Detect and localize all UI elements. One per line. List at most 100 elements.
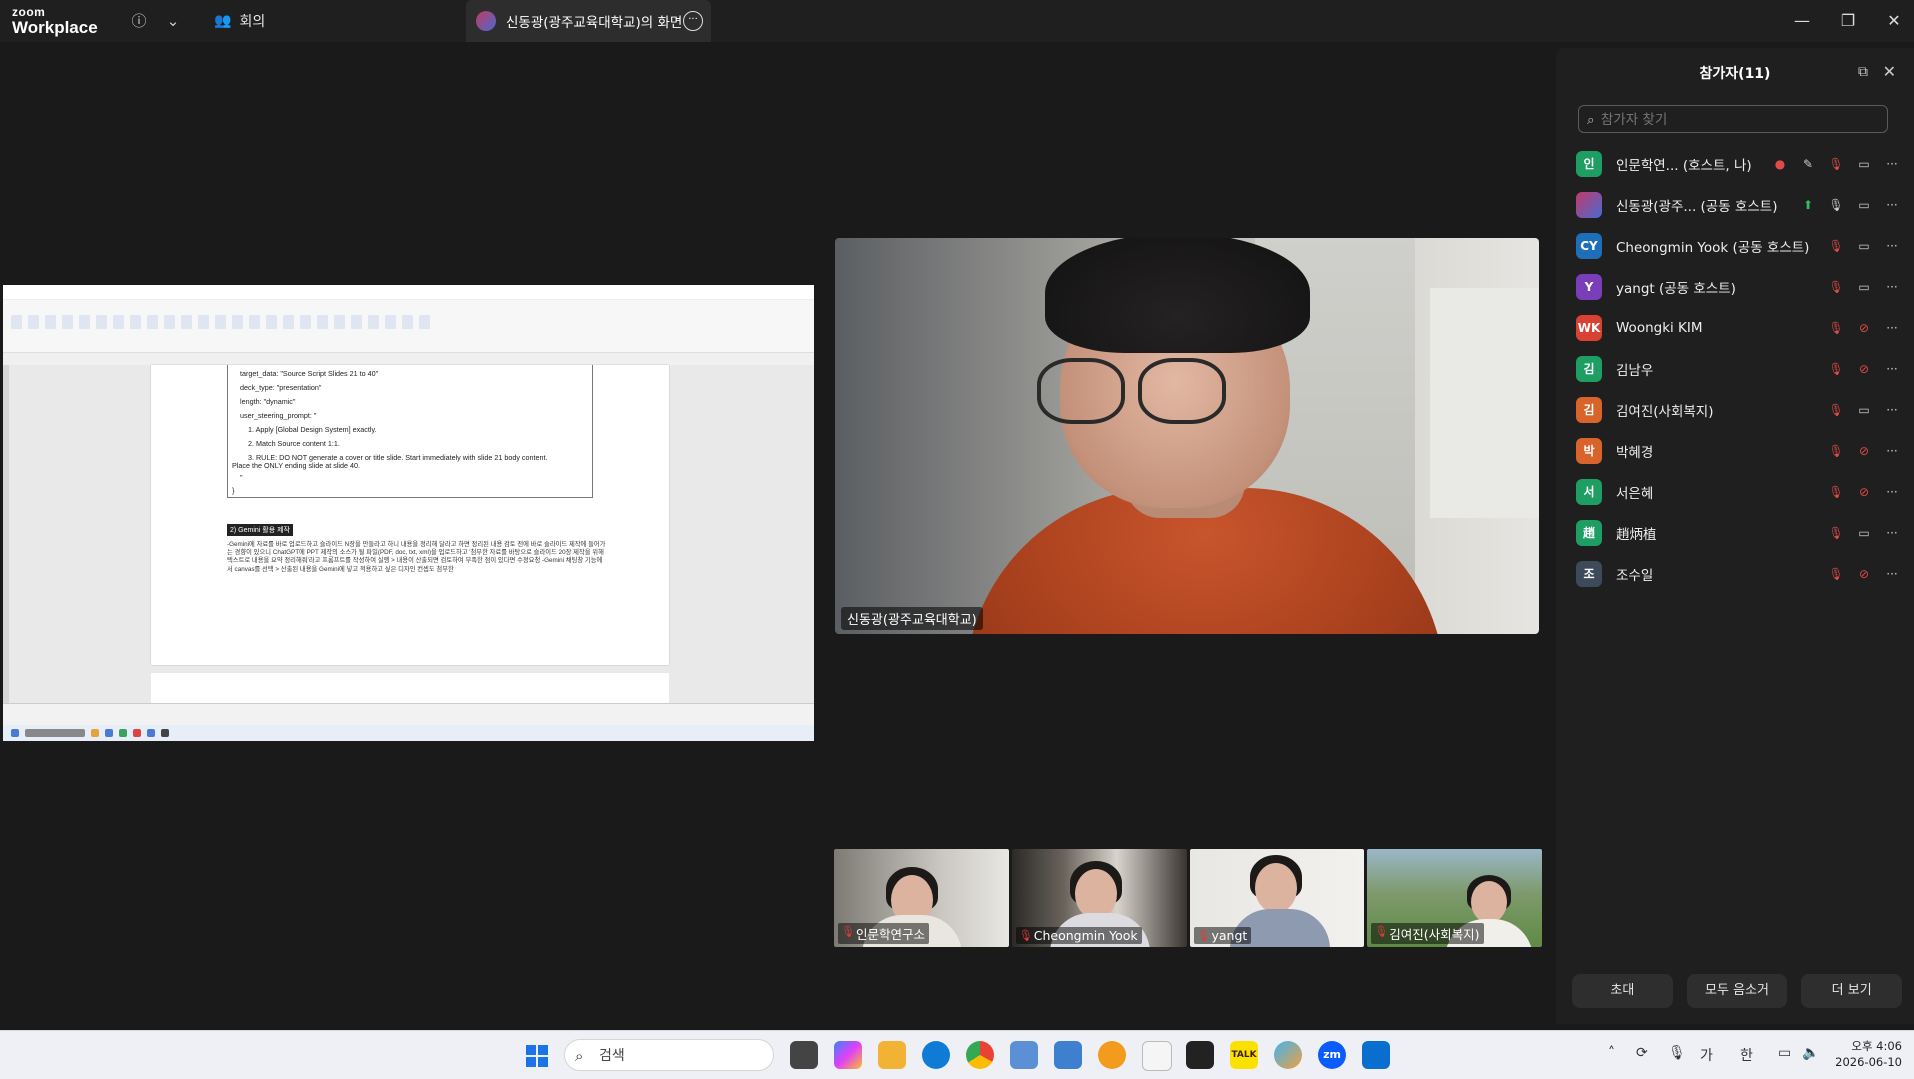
close-window-button[interactable]: ✕ xyxy=(1879,10,1909,32)
invite-button[interactable]: 초대 xyxy=(1572,974,1673,1008)
participant-row[interactable]: 박 박혜경 🎙 ⊘ ··· xyxy=(1576,430,1906,471)
more-options-icon[interactable]: ··· xyxy=(1878,362,1906,376)
video-thumbnail[interactable]: 🎙 김여진(사회복지) xyxy=(1367,849,1542,947)
close-panel-icon[interactable]: ✕ xyxy=(1883,62,1896,81)
chevron-down-icon[interactable]: ⌄ xyxy=(162,10,184,32)
chevron-up-icon[interactable]: ˄ xyxy=(1608,1045,1615,1061)
video-thumbnail[interactable]: 🎙 yangt xyxy=(1189,849,1365,947)
start-button[interactable] xyxy=(526,1045,548,1067)
more-options-icon[interactable]: ··· xyxy=(1878,403,1906,417)
participant-row[interactable]: 인 인문학연... (호스트, 나) ● ✎ 🎙 ▭ ··· xyxy=(1576,143,1906,184)
mic-muted-icon[interactable]: 🎙 xyxy=(1822,444,1850,458)
panel-footer: 초대 모두 음소거 더 보기 xyxy=(1572,974,1903,1008)
search-app-icon[interactable] xyxy=(1098,1041,1126,1069)
avatar: 김 xyxy=(1576,396,1602,423)
restore-button[interactable]: ❐ xyxy=(1833,10,1863,32)
more-options-icon[interactable]: ··· xyxy=(1878,280,1906,294)
microphone-icon[interactable]: 🎙 xyxy=(1668,1045,1686,1061)
mic-muted-icon[interactable]: 🎙 xyxy=(1822,526,1850,540)
people-icon: 👥 xyxy=(214,13,232,29)
document-icon[interactable] xyxy=(1142,1041,1172,1071)
more-options-icon[interactable]: ··· xyxy=(1878,239,1906,253)
more-options-icon[interactable]: ··· xyxy=(1878,526,1906,540)
more-options-icon[interactable]: ··· xyxy=(1878,198,1906,212)
info-icon[interactable]: ⓘ xyxy=(128,10,150,32)
volume-icon[interactable]: 🔈 xyxy=(1802,1045,1819,1061)
app-icon[interactable] xyxy=(1362,1041,1390,1069)
participant-row[interactable]: 신동광(광주... (공동 호스트) ⬆ 🎙 ▭ ··· xyxy=(1576,184,1906,225)
video-thumbnail[interactable]: 🎙 인문학연구소 xyxy=(834,849,1009,947)
video-icon[interactable]: ▭ xyxy=(1850,198,1878,212)
mic-icon[interactable]: 🎙 xyxy=(1822,198,1850,212)
more-options-icon[interactable]: ··· xyxy=(1878,567,1906,581)
mic-muted-icon[interactable]: 🎙 xyxy=(1822,403,1850,417)
video-icon[interactable]: ▭ xyxy=(1850,157,1878,171)
edge-icon[interactable] xyxy=(922,1041,950,1069)
video-off-icon[interactable]: ⊘ xyxy=(1850,485,1878,499)
kakaotalk-icon[interactable]: TALK xyxy=(1230,1041,1258,1069)
participant-row[interactable]: 김 김여진(사회복지) 🎙 ▭ ··· xyxy=(1576,389,1906,430)
edit-icon[interactable]: ✎ xyxy=(1794,157,1822,171)
taskbar-search[interactable]: ⌕ 검색 xyxy=(564,1039,774,1071)
mute-all-button[interactable]: 모두 음소거 xyxy=(1686,974,1788,1008)
sticky-notes-icon[interactable] xyxy=(1186,1041,1214,1069)
video-off-icon[interactable]: ⊘ xyxy=(1850,567,1878,581)
active-speaker-video[interactable]: 신동광(광주교육대학교) xyxy=(835,238,1539,634)
participant-row[interactable]: Yyangt (공동 호스트) 🎙 ▭ ··· xyxy=(1576,266,1906,307)
more-options-icon[interactable]: ··· xyxy=(683,11,703,31)
recording-icon: ● xyxy=(1774,156,1786,171)
mic-muted-icon[interactable]: 🎙 xyxy=(1822,157,1850,171)
mic-muted-icon[interactable]: 🎙 xyxy=(1822,280,1850,294)
sync-icon[interactable]: ⟳ xyxy=(1636,1045,1648,1061)
copilot-icon[interactable] xyxy=(834,1041,862,1069)
windows-taskbar: ⌕ 검색 TALK zm ˄ ⟳ 🎙 가 한 ▭ 🔈 오후 4:06 2026-… xyxy=(0,1030,1914,1079)
avatar: CY xyxy=(1576,232,1602,259)
network-icon[interactable]: ▭ xyxy=(1778,1045,1791,1061)
code-line: 2. Match Source content 1:1. xyxy=(248,439,340,448)
mic-muted-icon[interactable]: 🎙 xyxy=(1822,485,1850,499)
mic-muted-icon[interactable]: 🎙 xyxy=(1822,362,1850,376)
participant-row[interactable]: 김 김남우 🎙 ⊘ ··· xyxy=(1576,348,1906,389)
pop-out-icon[interactable]: ⧉ xyxy=(1858,64,1868,80)
participant-search[interactable]: ⌕ xyxy=(1578,105,1888,133)
more-options-icon[interactable]: ··· xyxy=(1878,157,1906,171)
video-thumbnail[interactable]: 🎙 Cheongmin Yook xyxy=(1011,849,1187,947)
task-view-icon[interactable] xyxy=(790,1041,818,1069)
clock-date: 2026-06-10 xyxy=(1835,1055,1902,1069)
tab-screen-share[interactable]: 신동광(광주교육대학교)의 화면 ··· xyxy=(466,0,711,42)
video-off-icon[interactable]: ⊘ xyxy=(1850,444,1878,458)
title-bar: zoom Workplace ⓘ ⌄ 👥 회의 신동광(광주교육대학교)의 화면… xyxy=(0,0,1914,42)
video-off-icon[interactable]: ⊘ xyxy=(1850,362,1878,376)
participant-row[interactable]: 趙趙炳植 🎙 ▭ ··· xyxy=(1576,512,1906,553)
video-icon[interactable]: ▭ xyxy=(1850,280,1878,294)
app-icon[interactable] xyxy=(1274,1041,1302,1069)
video-icon[interactable]: ▭ xyxy=(1850,239,1878,253)
participant-search-input[interactable] xyxy=(1598,111,1873,129)
more-options-icon[interactable]: ··· xyxy=(1878,444,1906,458)
participant-row[interactable]: 서 서은혜 🎙 ⊘ ··· xyxy=(1576,471,1906,512)
participant-row[interactable]: CY Cheongmin Yook (공동 호스트) 🎙 ▭ ··· xyxy=(1576,225,1906,266)
mic-muted-icon[interactable]: 🎙 xyxy=(1822,567,1850,581)
more-options-icon[interactable]: ··· xyxy=(1878,321,1906,335)
tab-meeting[interactable]: 👥 회의 xyxy=(214,8,265,34)
participant-row[interactable]: WK Woongki KIM 🎙 ⊘ ··· xyxy=(1576,307,1906,348)
app-icon[interactable] xyxy=(1054,1041,1082,1069)
ime-mode[interactable]: 한 xyxy=(1740,1045,1753,1065)
snipping-tool-icon[interactable] xyxy=(1010,1041,1038,1069)
taskbar-clock[interactable]: 오후 4:06 2026-06-10 xyxy=(1832,1038,1902,1070)
more-button[interactable]: 더 보기 xyxy=(1801,974,1903,1008)
mic-muted-icon[interactable]: 🎙 xyxy=(1822,239,1850,253)
mic-muted-icon[interactable]: 🎙 xyxy=(1822,321,1850,335)
ime-indicator[interactable]: 가 xyxy=(1700,1045,1713,1065)
minimize-button[interactable]: — xyxy=(1787,10,1817,32)
zoom-icon[interactable]: zm xyxy=(1318,1041,1346,1069)
video-icon[interactable]: ▭ xyxy=(1850,526,1878,540)
participant-row[interactable]: 조 조수일 🎙 ⊘ ··· xyxy=(1576,553,1906,594)
shared-screen[interactable]: target_data: "Source Script Slides 21 to… xyxy=(3,285,814,741)
video-off-icon[interactable]: ⊘ xyxy=(1850,321,1878,335)
code-block: target_data: "Source Script Slides 21 to… xyxy=(227,365,593,498)
file-explorer-icon[interactable] xyxy=(878,1041,906,1069)
more-options-icon[interactable]: ··· xyxy=(1878,485,1906,499)
chrome-icon[interactable] xyxy=(966,1041,994,1069)
video-icon[interactable]: ▭ xyxy=(1850,403,1878,417)
